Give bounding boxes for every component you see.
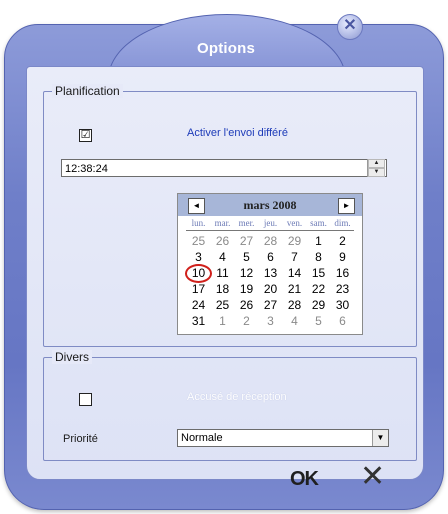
calendar-day[interactable]: 13	[258, 266, 283, 280]
calendar-day[interactable]: 2	[234, 314, 259, 328]
calendar-day[interactable]: 25	[210, 298, 235, 312]
calendar-day[interactable]: 6	[258, 250, 283, 264]
calendar-next-month-button[interactable]: ►	[338, 198, 355, 214]
weekday-label: jeu.	[263, 218, 278, 228]
calendar-day[interactable]: 5	[234, 250, 259, 264]
calendar-day[interactable]: 28	[258, 234, 283, 248]
ack-receipt-label: Accusé de réception	[187, 391, 287, 403]
calendar-day[interactable]: 16	[330, 266, 355, 280]
calendar-day[interactable]: 15	[306, 266, 331, 280]
calendar-day[interactable]: 1	[210, 314, 235, 328]
spin-down-arrow-icon[interactable]: ▼	[368, 168, 385, 177]
calendar-day[interactable]: 27	[234, 234, 259, 248]
defer-send-label: Activer l'envoi différé	[187, 127, 288, 139]
calendar-day[interactable]: 20	[258, 282, 283, 296]
calendar-day[interactable]: 7	[282, 250, 307, 264]
calendar-day[interactable]: 4	[210, 250, 235, 264]
calendar-day[interactable]: 24	[186, 298, 211, 312]
ok-button[interactable]: OK	[290, 468, 319, 491]
calendar-day[interactable]: 26	[234, 298, 259, 312]
weekday-label: lun.	[191, 218, 206, 228]
calendar-day[interactable]: 14	[282, 266, 307, 280]
weekday-label: mar.	[214, 218, 231, 228]
calendar-day[interactable]: 8	[306, 250, 331, 264]
calendar-day[interactable]: 9	[330, 250, 355, 264]
calendar: ◄ mars 2008 ► lun. mar. mer. jeu. ven. sam. di…	[177, 193, 363, 335]
calendar-day[interactable]: 17	[186, 282, 211, 296]
defer-send-checkbox[interactable]: ☑	[79, 129, 92, 142]
calendar-day[interactable]: 11	[210, 266, 235, 280]
calendar-day[interactable]: 18	[210, 282, 235, 296]
weekday-label: mer.	[238, 218, 255, 228]
chevron-down-icon[interactable]: ▼	[372, 430, 388, 446]
weekday-divider	[186, 230, 354, 231]
calendar-day[interactable]: 31	[186, 314, 211, 328]
priority-value: Normale	[181, 432, 223, 444]
selected-day-ring	[185, 264, 212, 283]
calendar-day[interactable]: 28	[282, 298, 307, 312]
close-icon[interactable]: ✕	[337, 14, 363, 40]
calendar-day[interactable]: 5	[306, 314, 331, 328]
weekday-label: sam.	[310, 218, 327, 228]
dialog-title: Options	[196, 40, 256, 57]
calendar-day[interactable]: 1	[306, 234, 331, 248]
divers-legend: Divers	[52, 350, 93, 364]
calendar-month-label: mars 2008	[243, 198, 297, 212]
time-input[interactable]: 12:38:24	[61, 159, 387, 177]
calendar-day[interactable]: 3	[186, 250, 211, 264]
priority-label: Priorité	[63, 433, 98, 445]
calendar-day[interactable]: 26	[210, 234, 235, 248]
calendar-day[interactable]: 21	[282, 282, 307, 296]
calendar-day[interactable]: 2	[330, 234, 355, 248]
calendar-day[interactable]: 29	[306, 298, 331, 312]
time-spinner: ▲ ▼	[367, 159, 385, 177]
calendar-day[interactable]: 19	[234, 282, 259, 296]
spin-up-arrow-icon[interactable]: ▲	[368, 159, 385, 168]
calendar-day[interactable]: 12	[234, 266, 259, 280]
calendar-day[interactable]: 22	[306, 282, 331, 296]
calendar-day[interactable]: 25	[186, 234, 211, 248]
cancel-icon[interactable]: ✕	[360, 462, 385, 492]
calendar-day[interactable]: 4	[282, 314, 307, 328]
calendar-day[interactable]: 29	[282, 234, 307, 248]
calendar-day[interactable]: 6	[330, 314, 355, 328]
calendar-day[interactable]: 3	[258, 314, 283, 328]
options-dialog: Options ✕ Planification ☑ Activer l'envo…	[4, 14, 444, 510]
options-panel: Planification ☑ Activer l'envoi différé …	[26, 66, 424, 480]
priority-select[interactable]: Normale ▼	[177, 429, 389, 447]
calendar-day[interactable]: 30	[330, 298, 355, 312]
calendar-prev-month-button[interactable]: ◄	[188, 198, 205, 214]
calendar-day[interactable]: 23	[330, 282, 355, 296]
ack-receipt-checkbox[interactable]	[79, 393, 92, 406]
planification-legend: Planification	[52, 84, 123, 98]
weekday-label: dim.	[334, 218, 351, 228]
weekday-label: ven.	[286, 218, 303, 228]
calendar-day[interactable]: 27	[258, 298, 283, 312]
